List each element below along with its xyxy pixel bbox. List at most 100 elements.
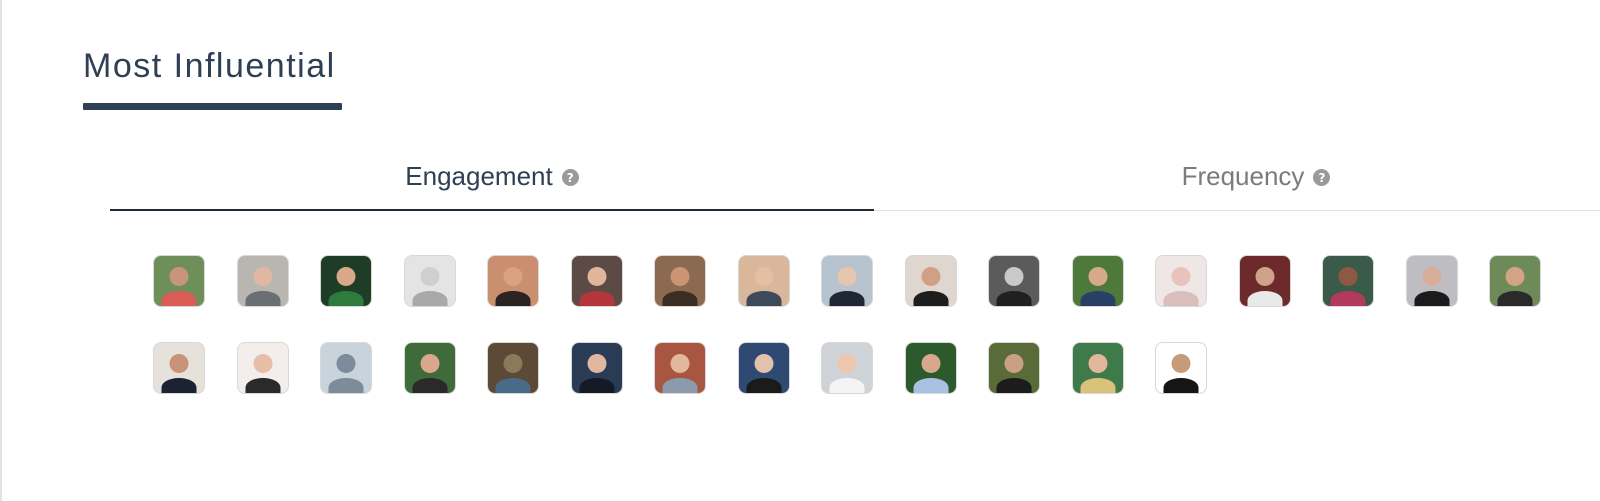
tab-frequency-label: Frequency (1181, 160, 1305, 191)
avatar-head-shape (837, 354, 857, 373)
avatar-body-shape (662, 378, 698, 393)
influencer-avatar[interactable] (153, 255, 205, 307)
tab-bar: Engagement ? Frequency ? (110, 140, 1600, 212)
avatar-body-shape (662, 291, 698, 306)
avatar-head-shape (1088, 267, 1108, 286)
influencer-avatar[interactable] (1239, 255, 1291, 307)
influencer-avatar[interactable] (237, 342, 289, 394)
section-title: Most Influential (83, 47, 336, 85)
avatar-body-shape (579, 378, 615, 393)
influencer-avatar[interactable] (404, 342, 456, 394)
influencer-avatar[interactable] (988, 255, 1040, 307)
avatar-head-shape (670, 267, 690, 286)
avatar-body-shape (161, 378, 197, 393)
influencer-avatar[interactable] (905, 342, 957, 394)
avatar-head-shape (420, 354, 440, 373)
avatar-body-shape (1163, 378, 1199, 393)
avatar-body-shape (829, 378, 865, 393)
tab-engagement-label: Engagement (405, 160, 553, 191)
avatar-head-shape (253, 267, 273, 286)
influencer-avatar[interactable] (487, 255, 539, 307)
influencer-avatar[interactable] (654, 255, 706, 307)
left-border (0, 0, 2, 501)
avatar-body-shape (1330, 291, 1366, 306)
avatar-body-shape (746, 291, 782, 306)
avatar-body-shape (1414, 291, 1450, 306)
avatar-body-shape (245, 291, 281, 306)
influencer-avatar[interactable] (320, 342, 372, 394)
influencer-avatar[interactable] (320, 255, 372, 307)
avatar-head-shape (1255, 267, 1275, 286)
avatar-head-shape (1505, 267, 1525, 286)
avatar-body-shape (579, 291, 615, 306)
avatar-head-shape (1338, 267, 1358, 286)
influencer-avatar[interactable] (1155, 255, 1207, 307)
avatar-body-shape (412, 378, 448, 393)
influencer-avatar[interactable] (571, 342, 623, 394)
avatar-head-shape (336, 267, 356, 286)
tab-engagement[interactable]: Engagement ? (110, 140, 874, 212)
section-title-underline (83, 103, 342, 110)
avatar-head-shape (169, 354, 189, 373)
influencer-avatar[interactable] (905, 255, 957, 307)
avatar-head-shape (503, 267, 523, 286)
avatar-body-shape (746, 378, 782, 393)
influencer-avatar[interactable] (404, 255, 456, 307)
avatar-head-shape (420, 267, 440, 286)
avatar-head-shape (1088, 354, 1108, 373)
avatar-head-shape (837, 267, 857, 286)
avatar-head-shape (921, 354, 941, 373)
avatar-body-shape (1080, 291, 1116, 306)
avatar-head-shape (1004, 354, 1024, 373)
influencer-avatar[interactable] (821, 342, 873, 394)
avatar-head-shape (503, 354, 523, 373)
tab-frequency[interactable]: Frequency ? (874, 140, 1600, 212)
avatar-head-shape (169, 267, 189, 286)
avatar-head-shape (336, 354, 356, 373)
avatar-body-shape (913, 291, 949, 306)
influencer-avatar[interactable] (1406, 255, 1458, 307)
avatar-body-shape (996, 291, 1032, 306)
avatar-head-shape (1171, 354, 1191, 373)
avatar-body-shape (1497, 291, 1533, 306)
help-icon[interactable]: ? (561, 169, 579, 186)
avatar-body-shape (495, 291, 531, 306)
avatar-head-shape (587, 267, 607, 286)
influencer-avatar[interactable] (738, 342, 790, 394)
influencer-avatar[interactable] (1072, 342, 1124, 394)
influencer-avatar[interactable] (1155, 342, 1207, 394)
influencer-avatar[interactable] (487, 342, 539, 394)
avatar-body-shape (1247, 291, 1283, 306)
avatar-head-shape (1422, 267, 1442, 286)
avatar-head-shape (1171, 267, 1191, 286)
influencer-avatar[interactable] (821, 255, 873, 307)
avatar-body-shape (913, 378, 949, 393)
influencer-avatar[interactable] (1322, 255, 1374, 307)
avatar-head-shape (253, 354, 273, 373)
avatar-body-shape (412, 291, 448, 306)
influencer-avatar[interactable] (1072, 255, 1124, 307)
influencer-avatar[interactable] (237, 255, 289, 307)
influencer-avatar[interactable] (1489, 255, 1541, 307)
help-icon[interactable]: ? (1313, 169, 1331, 186)
avatar-head-shape (921, 267, 941, 286)
avatar-body-shape (328, 291, 364, 306)
influencer-avatar[interactable] (738, 255, 790, 307)
influencer-avatar[interactable] (153, 342, 205, 394)
avatar-body-shape (996, 378, 1032, 393)
influencer-avatar[interactable] (571, 255, 623, 307)
influencer-avatar[interactable] (654, 342, 706, 394)
avatar-head-shape (587, 354, 607, 373)
influencer-avatar[interactable] (988, 342, 1040, 394)
avatar-body-shape (829, 291, 865, 306)
avatar-body-shape (161, 291, 197, 306)
avatar-body-shape (328, 378, 364, 393)
avatar-head-shape (754, 354, 774, 373)
avatar-head-shape (754, 267, 774, 286)
avatar-body-shape (495, 378, 531, 393)
avatar-head-shape (670, 354, 690, 373)
tab-active-indicator (110, 209, 874, 211)
avatar-head-shape (1004, 267, 1024, 286)
avatar-body-shape (1163, 291, 1199, 306)
avatar-body-shape (1080, 378, 1116, 393)
